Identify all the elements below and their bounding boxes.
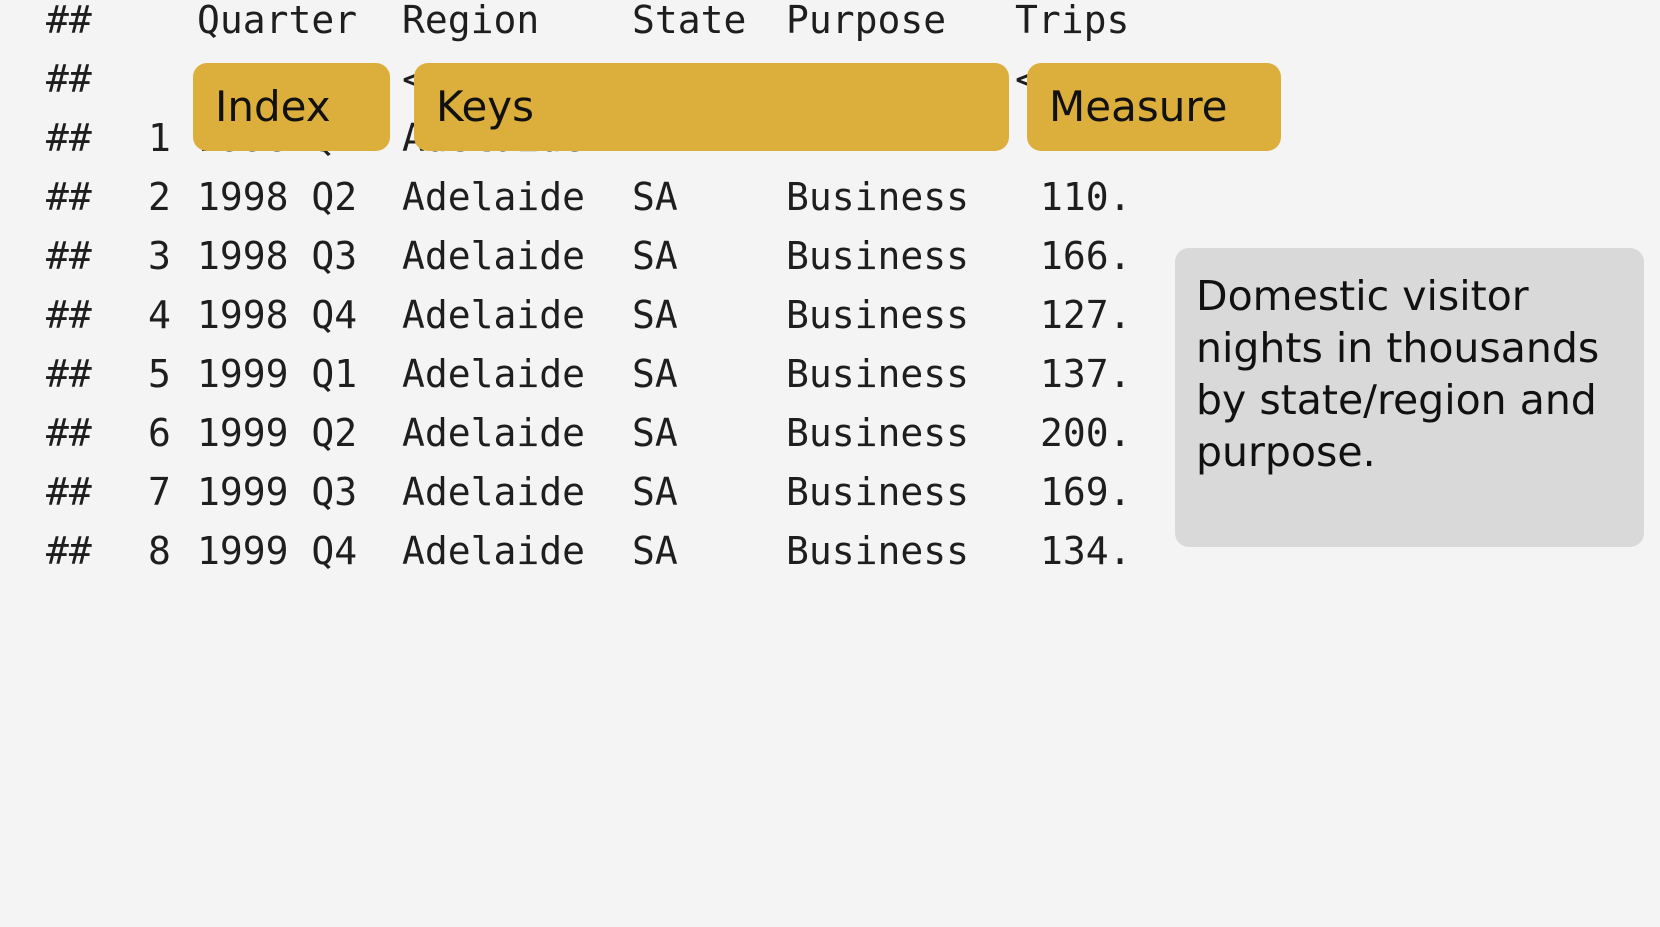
purpose-cell: Business xyxy=(786,234,970,278)
region-cell: Adelaide xyxy=(402,411,586,455)
comment-prefix: ## xyxy=(46,116,92,160)
purpose-cell: Business xyxy=(786,411,970,455)
state-cell: SA xyxy=(632,175,678,219)
purpose-cell: Business xyxy=(786,175,970,219)
trips-cell: 127. xyxy=(1040,293,1132,337)
quarter-cell: 1998 Q2 xyxy=(197,175,358,219)
state-cell: SA xyxy=(632,352,678,396)
column-header-region: Region xyxy=(402,0,540,42)
trips-cell: 200. xyxy=(1040,411,1132,455)
row-index: 4 xyxy=(148,293,171,337)
row-index: 1 xyxy=(148,116,171,160)
purpose-cell: Business xyxy=(786,352,970,396)
row-index: 7 xyxy=(148,470,171,514)
trips-cell: 169. xyxy=(1040,470,1132,514)
state-cell: SA xyxy=(632,293,678,337)
quarter-cell: 1999 Q1 xyxy=(197,352,358,396)
index-label: Index xyxy=(193,63,390,151)
trips-cell: 134. xyxy=(1040,529,1132,573)
quarter-cell: 1999 Q2 xyxy=(197,411,358,455)
table-row: ## 3 1998 Q3 Adelaide SA Business 166. xyxy=(0,234,1132,296)
comment-prefix: ## xyxy=(46,234,92,278)
state-cell: SA xyxy=(632,470,678,514)
region-cell: Adelaide xyxy=(402,234,586,278)
comment-prefix: ## xyxy=(46,411,92,455)
table-row: ## 6 1999 Q2 Adelaide SA Business 200. xyxy=(0,411,1132,473)
trips-cell: 166. xyxy=(1040,234,1132,278)
row-index: 6 xyxy=(148,411,171,455)
table-row: ## 7 1999 Q3 Adelaide SA Business 169. xyxy=(0,470,1132,532)
dataset-description-note: Domestic visitor nights in thousands by … xyxy=(1175,248,1644,547)
trips-cell: 110. xyxy=(1040,175,1132,219)
column-header-quarter: Quarter xyxy=(197,0,358,42)
quarter-cell: 1999 Q4 xyxy=(197,529,358,573)
row-index: 3 xyxy=(148,234,171,278)
state-cell: SA xyxy=(632,411,678,455)
purpose-cell: Business xyxy=(786,470,970,514)
row-index: 8 xyxy=(148,529,171,573)
state-cell: SA xyxy=(632,234,678,278)
table-row: ## 4 1998 Q4 Adelaide SA Business 127. xyxy=(0,293,1132,355)
measure-label: Measure xyxy=(1027,63,1281,151)
table-row: ## 8 1999 Q4 Adelaide SA Business 134. xyxy=(0,529,1132,591)
purpose-cell: Business xyxy=(786,293,970,337)
comment-prefix: ## xyxy=(46,293,92,337)
column-header-state: State xyxy=(632,0,747,42)
comment-prefix: ## xyxy=(46,0,92,42)
comment-prefix: ## xyxy=(46,529,92,573)
row-index: 2 xyxy=(148,175,171,219)
comment-prefix: ## xyxy=(46,57,92,101)
quarter-cell: 1998 Q4 xyxy=(197,293,358,337)
table-row: ## 1 1998 Q1 Adelaide xyxy=(0,116,585,178)
region-cell: Adelaide xyxy=(402,352,586,396)
quarter-cell: 1999 Q3 xyxy=(197,470,358,514)
region-cell: Adelaide xyxy=(402,470,586,514)
purpose-cell: Business xyxy=(786,529,970,573)
table-row: ## 5 1999 Q1 Adelaide SA Business 137. xyxy=(0,352,1132,414)
comment-prefix: ## xyxy=(46,470,92,514)
region-cell: Adelaide xyxy=(402,175,586,219)
comment-prefix: ## xyxy=(46,352,92,396)
type-row: ## < < < xyxy=(0,57,1038,119)
quarter-cell: 1998 Q3 xyxy=(197,234,358,278)
column-header-trips: Trips xyxy=(1015,0,1130,42)
region-cell: Adelaide xyxy=(402,529,586,573)
state-cell: SA xyxy=(632,529,678,573)
row-index: 5 xyxy=(148,352,171,396)
table-row: ## 2 1998 Q2 Adelaide SA Business 110. xyxy=(0,175,1132,237)
column-header-purpose: Purpose xyxy=(786,0,947,42)
keys-label: Keys xyxy=(414,63,1009,151)
header-row: ## Quarter Region State Purpose Trips xyxy=(0,0,1129,60)
trips-cell: 137. xyxy=(1040,352,1132,396)
comment-prefix: ## xyxy=(46,175,92,219)
region-cell: Adelaide xyxy=(402,293,586,337)
